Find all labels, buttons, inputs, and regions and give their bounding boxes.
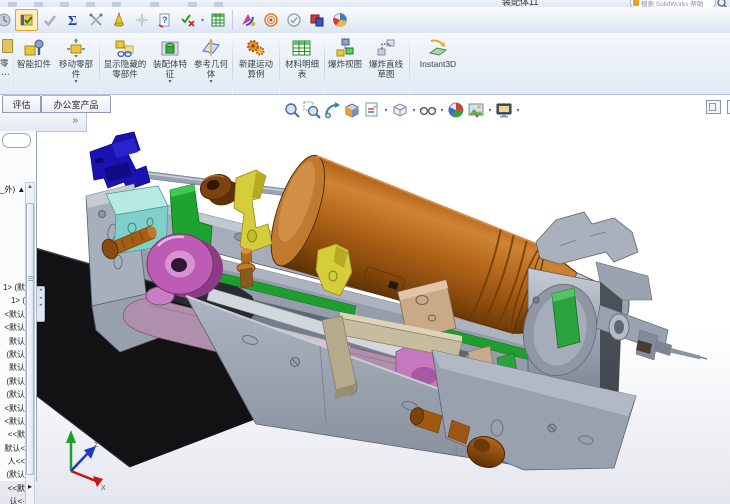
group-separator bbox=[324, 35, 325, 93]
tree-item[interactable]: <默认 bbox=[0, 402, 25, 415]
group-separator bbox=[409, 35, 410, 93]
align-arrows-icon[interactable] bbox=[130, 9, 153, 31]
assembly-features-icon bbox=[159, 36, 181, 60]
solidworks-window: { "titlebar": { "title": "装配体11", "searc… bbox=[0, 0, 730, 504]
triad-x-label: X bbox=[101, 485, 106, 492]
compare-squares-icon[interactable] bbox=[305, 9, 328, 31]
gray-check-icon[interactable] bbox=[38, 9, 61, 31]
circle-check-icon[interactable] bbox=[282, 9, 305, 31]
search-scope-icon bbox=[633, 0, 639, 6]
tree-item[interactable]: (默认 bbox=[0, 388, 25, 401]
tree-item[interactable]: <默认 bbox=[0, 308, 25, 321]
triad-z-label: Z bbox=[94, 442, 99, 449]
scrollbar-thumb[interactable] bbox=[26, 203, 34, 475]
tree-item[interactable]: (默认 bbox=[0, 468, 25, 481]
group-separator bbox=[232, 35, 233, 93]
svg-text:?: ? bbox=[162, 15, 168, 25]
tree-scrollbar[interactable]: ▲ ▼ bbox=[25, 182, 35, 504]
exploded-view-icon bbox=[334, 36, 356, 60]
equations-sigma-icon[interactable]: Σ bbox=[61, 9, 84, 31]
tree-corner-arrow-icon: ▸ bbox=[28, 482, 33, 491]
tree-item[interactable]: 默认 bbox=[0, 361, 25, 374]
sensor-rings-icon[interactable] bbox=[259, 9, 282, 31]
tree-item[interactable]: 默认< bbox=[0, 442, 25, 455]
tree-filter-box[interactable] bbox=[2, 133, 31, 148]
dropdown-arrow-icon[interactable]: ▾ bbox=[209, 79, 212, 86]
design-binder-check-icon[interactable] bbox=[15, 9, 38, 31]
featuremanager-header: » bbox=[0, 113, 87, 132]
group-separator bbox=[279, 35, 280, 93]
scroll-up-icon[interactable]: ▲ bbox=[26, 184, 34, 190]
instant3d-button[interactable]: Instant3D bbox=[411, 33, 465, 95]
panel-overflow-chevron[interactable]: » bbox=[72, 115, 78, 126]
motion-study-icon bbox=[245, 36, 267, 60]
exploded-view-button[interactable]: 爆炸视图 bbox=[326, 33, 364, 95]
tree-item[interactable]: 人<< bbox=[0, 455, 25, 468]
cone-bell-icon[interactable] bbox=[107, 9, 130, 31]
explode-line-sketch-button[interactable]: 爆炸直线草图 bbox=[364, 33, 408, 95]
tree-item[interactable]: 1> ( bbox=[0, 294, 25, 307]
reference-geometry-icon bbox=[200, 36, 222, 60]
explode-line-icon bbox=[375, 36, 397, 60]
dropdown-arrow-icon[interactable]: ▾ bbox=[168, 79, 171, 86]
tree-item[interactable]: 默认 bbox=[0, 335, 25, 348]
tree-item[interactable]: <<默 bbox=[0, 428, 25, 441]
tree-item[interactable]: <默认 bbox=[0, 415, 25, 428]
history-clock-icon[interactable] bbox=[0, 9, 15, 31]
tree-item[interactable]: <<默 bbox=[0, 482, 25, 495]
feature-tree-list: 1> (默 1> (<默认 <默认 默认 (默认 默认 (默认 (默认 <默认 <默认 <<默 默认<… bbox=[0, 281, 25, 504]
color-sphere-icon[interactable] bbox=[328, 9, 351, 31]
command-manager: 零 ⋯ 智能扣件 移动零部件 ▾ 显示隐藏的零部件 装配体特征 ▾ 参考几何体 … bbox=[0, 33, 730, 96]
assembly-model[interactable]: Z X bbox=[0, 95, 730, 504]
show-hidden-icon bbox=[114, 36, 136, 60]
excel-table-icon[interactable] bbox=[206, 9, 229, 31]
smart-fastener-icon bbox=[23, 36, 45, 60]
document-question-icon[interactable]: ? bbox=[153, 9, 176, 31]
svg-text:Σ: Σ bbox=[68, 14, 77, 28]
tree-item[interactable]: 1> (默 bbox=[0, 281, 25, 294]
crossed-pins-icon[interactable] bbox=[84, 9, 107, 31]
move-component-icon bbox=[65, 36, 87, 60]
part-blue-bracket[interactable] bbox=[89, 131, 151, 191]
reference-geometry-button[interactable]: 参考几何体 ▾ bbox=[191, 33, 231, 95]
dropdown-arrow-icon[interactable]: ▾ bbox=[74, 79, 77, 86]
check-x-icon[interactable] bbox=[176, 9, 199, 31]
tree-item[interactable]: (默认 bbox=[0, 348, 25, 361]
assembly-features-button[interactable]: 装配体特征 ▾ bbox=[149, 33, 191, 95]
tree-item[interactable]: (默认 bbox=[0, 375, 25, 388]
panel-splitter-handle[interactable]: ◂ ◂ ◂ bbox=[36, 286, 45, 322]
bom-table-icon bbox=[291, 36, 313, 60]
instant3d-icon bbox=[427, 36, 449, 60]
group-separator bbox=[99, 35, 100, 93]
part-bridge-plate[interactable] bbox=[535, 211, 639, 265]
dropdown-arrow-icon[interactable]: ▾ bbox=[199, 17, 206, 24]
tree-item[interactable]: <默认 bbox=[0, 321, 25, 334]
graphics-area[interactable]: 评估 办公室产品 ▾ ▾ ▾ ▾ ▾ Z X » _外) ▲ 1> (默 1> … bbox=[0, 94, 730, 504]
measure-burst-icon[interactable] bbox=[236, 9, 259, 31]
evaluate-toolbar: Σ ? ▾ bbox=[0, 7, 730, 34]
new-motion-study-button[interactable]: 新建运动算例 bbox=[234, 33, 278, 95]
tree-item[interactable]: 认<· bbox=[0, 495, 25, 504]
smart-fasteners-button[interactable]: 智能扣件 bbox=[14, 33, 54, 95]
bill-of-materials-button[interactable]: 材料明细表 bbox=[281, 33, 323, 95]
tree-item-top[interactable]: _外) ▲ bbox=[0, 184, 24, 195]
featuremanager-panel: _外) ▲ 1> (默 1> (<默认 <默认 默认 (默认 默认 (默认 (默认 <默认 <默认… bbox=[0, 131, 37, 504]
insert-component-button-clipped[interactable]: 零 ⋯ bbox=[0, 33, 14, 95]
toolbar-separator bbox=[232, 10, 233, 30]
show-hidden-components-button[interactable]: 显示隐藏的零部件 bbox=[101, 33, 149, 95]
move-component-button[interactable]: 移动零部件 ▾ bbox=[54, 33, 98, 95]
clipped-icon bbox=[2, 39, 13, 53]
